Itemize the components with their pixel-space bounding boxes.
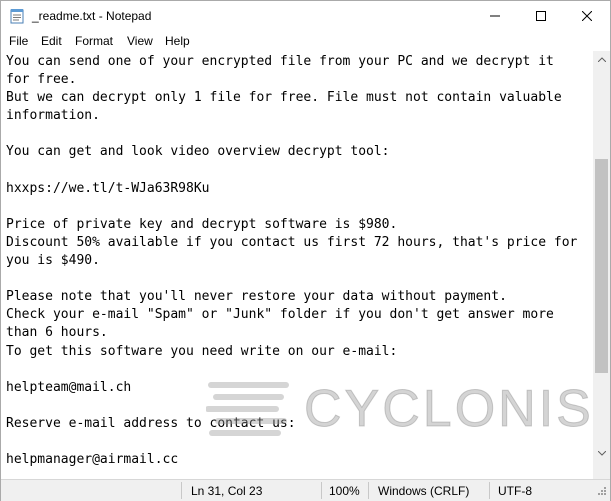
menu-bar: File Edit Format View Help <box>1 31 610 51</box>
text-line: You can get and look video overview decr… <box>6 144 390 160</box>
line-ending: Windows (CRLF) <box>378 484 470 498</box>
menu-file[interactable]: File <box>9 34 28 48</box>
resize-grip-icon[interactable] <box>595 486 607 498</box>
minimize-icon <box>490 15 500 17</box>
text-line <box>6 198 577 216</box>
menu-help[interactable]: Help <box>165 34 190 48</box>
text-line: helpmanager@airmail.cc <box>6 452 179 468</box>
scroll-up-button[interactable] <box>593 51 610 68</box>
menu-view[interactable]: View <box>127 34 153 48</box>
status-bar: Ln 31, Col 23 100% Windows (CRLF) UTF-8 <box>1 479 610 501</box>
status-separator <box>181 482 182 499</box>
text-line: helpteam@mail.ch <box>6 379 132 395</box>
text-line <box>6 397 577 415</box>
text-line: To get this software you need write on o… <box>6 343 398 359</box>
status-separator <box>368 482 369 499</box>
text-line: for free. <box>6 72 77 88</box>
status-separator <box>489 482 490 499</box>
scroll-down-button[interactable] <box>593 445 610 462</box>
notepad-app-icon <box>10 9 24 24</box>
maximize-icon <box>536 11 546 21</box>
text-line: Please note that you'll never restore yo… <box>6 289 507 305</box>
text-line: Check your e-mail "Spam" or "Junk" folde… <box>6 307 554 323</box>
close-icon <box>582 11 592 21</box>
menu-edit[interactable]: Edit <box>41 34 62 48</box>
text-line <box>6 361 577 379</box>
text-line: Reserve e-mail address to contact us: <box>6 415 296 431</box>
close-button[interactable] <box>564 1 610 31</box>
text-line: You can send one of your encrypted file … <box>6 54 554 69</box>
vertical-scrollbar[interactable] <box>593 51 610 479</box>
text-line <box>6 433 577 451</box>
text-line <box>6 162 577 180</box>
title-bar[interactable]: _readme.txt - Notepad <box>1 1 610 31</box>
window-title: _readme.txt - Notepad <box>32 9 152 23</box>
encoding: UTF-8 <box>498 484 532 498</box>
text-line <box>6 125 577 143</box>
menu-format[interactable]: Format <box>75 34 113 48</box>
minimize-button[interactable] <box>472 1 518 31</box>
scroll-thumb[interactable] <box>595 159 608 374</box>
text-line <box>6 270 577 288</box>
notepad-window: _readme.txt - Notepad File Edit Format V… <box>0 0 611 501</box>
document-text[interactable]: You can send one of your encrypted file … <box>6 53 577 469</box>
text-line: hxxps://we.tl/t-WJa63R98Ku <box>6 180 210 196</box>
text-line: than 6 hours. <box>6 325 108 341</box>
chevron-up-icon <box>597 57 606 62</box>
maximize-button[interactable] <box>518 1 564 31</box>
cursor-position: Ln 31, Col 23 <box>191 484 263 498</box>
text-line: But we can decrypt only 1 file for free.… <box>6 90 562 106</box>
text-line: Price of private key and decrypt softwar… <box>6 216 398 232</box>
zoom-level: 100% <box>329 484 360 498</box>
text-line: you is $490. <box>6 253 100 269</box>
text-editor-area[interactable]: You can send one of your encrypted file … <box>1 51 593 479</box>
status-separator <box>321 482 322 499</box>
text-line: Discount 50% available if you contact us… <box>6 234 578 250</box>
chevron-down-icon <box>597 451 606 456</box>
text-line: information. <box>6 108 100 124</box>
